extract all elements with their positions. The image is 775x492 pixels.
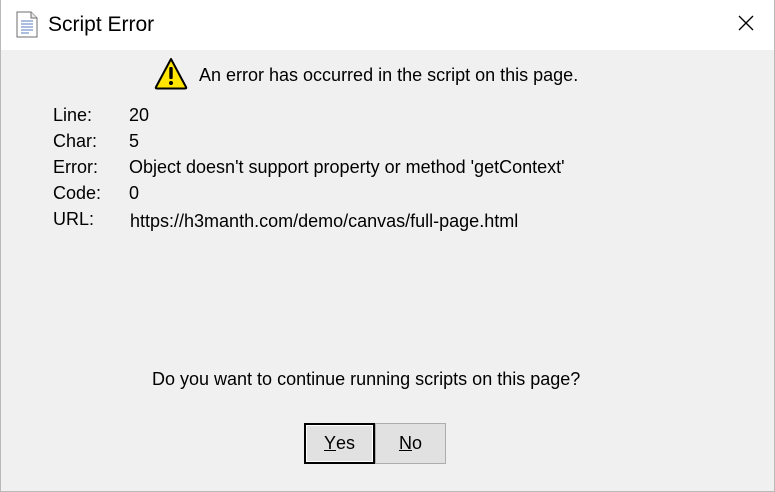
yes-label-rest: es	[336, 433, 356, 453]
line-value: 20	[129, 105, 150, 125]
warning-icon	[154, 57, 188, 90]
code-label: Code:	[53, 183, 102, 203]
continue-question: Do you want to continue running scripts …	[152, 369, 581, 389]
error-message: An error has occurred in the script on t…	[199, 65, 579, 85]
yes-button[interactable]: Yes	[304, 423, 375, 464]
error-value: Object doesn't support property or metho…	[129, 157, 565, 177]
close-button[interactable]	[717, 0, 774, 50]
url-value: https://h3manth.com/demo/canvas/full-pag…	[130, 211, 519, 231]
script-error-dialog: Script Error An error has occurred in th…	[0, 0, 775, 492]
title-bar[interactable]: Script Error	[1, 0, 774, 50]
no-button[interactable]: No	[375, 423, 446, 464]
dialog-title: Script Error	[48, 13, 155, 36]
no-mnemonic: N	[398, 433, 412, 453]
error-label: Error:	[53, 157, 98, 177]
close-icon	[738, 15, 754, 36]
yes-mnemonic: Y	[323, 433, 336, 453]
no-label-rest: o	[411, 433, 422, 453]
code-value: 0	[129, 183, 140, 203]
char-label: Char:	[53, 131, 98, 151]
document-icon	[16, 11, 38, 38]
char-value: 5	[129, 131, 140, 151]
line-label: Line:	[53, 105, 93, 125]
url-label: URL:	[53, 209, 95, 229]
